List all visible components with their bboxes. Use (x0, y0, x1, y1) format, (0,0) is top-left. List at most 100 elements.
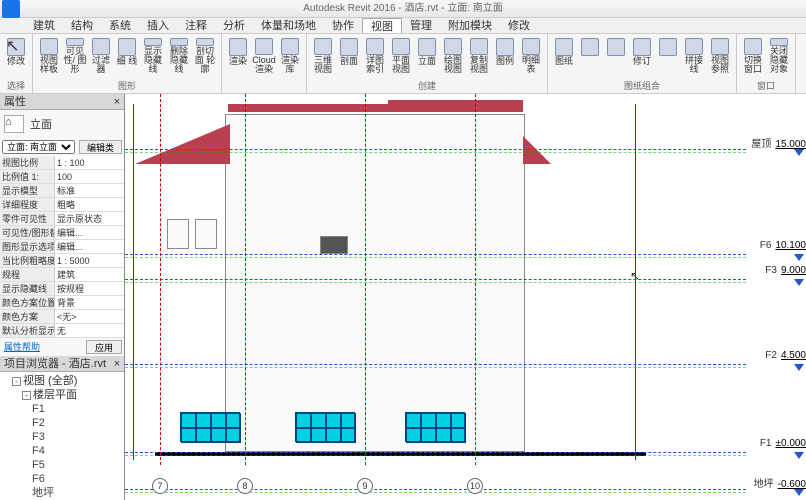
property-row[interactable]: 详细程度粗略 (0, 198, 124, 212)
property-value[interactable]: 显示原状态 (55, 212, 124, 225)
ribbon-tab[interactable]: 修改 (500, 18, 538, 33)
type-selector[interactable]: 立面: 南立面 (2, 140, 75, 154)
ribbon-button[interactable]: 关闭 隐藏对象 (767, 36, 791, 74)
grid-bubble[interactable]: 7 (152, 478, 168, 494)
grid-bubble[interactable]: 10 (467, 478, 483, 494)
tree-node[interactable]: F2 (4, 416, 124, 430)
ribbon-button[interactable]: 三维 视图 (311, 36, 335, 74)
tree-expander[interactable]: - (22, 391, 31, 400)
tree-node[interactable]: 地坪 (4, 486, 124, 500)
property-value[interactable]: 建筑 (55, 268, 124, 281)
ribbon-tab[interactable]: 管理 (402, 18, 440, 33)
property-value[interactable]: 1 : 100 (55, 156, 124, 169)
property-row[interactable]: 默认分析显示...无 (0, 324, 124, 338)
ribbon-button[interactable]: 剖切面 轮廓 (193, 36, 217, 74)
ribbon-tab[interactable]: 体量和场地 (253, 18, 324, 33)
level-elevation[interactable]: 9.000 (781, 265, 806, 276)
ribbon-button[interactable]: Cloud 渲染 (252, 36, 276, 74)
drawing-canvas[interactable]: 屋顶15.000F610.100F39.000F24.500F1±0.000地坪… (125, 94, 806, 500)
ribbon-button[interactable]: 过滤器 (89, 36, 113, 74)
tree-node[interactable]: F5 (4, 458, 124, 472)
property-row[interactable]: 图形显示选项编辑... (0, 240, 124, 254)
property-value[interactable]: 编辑... (55, 226, 124, 239)
ribbon-button[interactable]: 详图索引 (363, 36, 387, 74)
ribbon-button[interactable] (656, 36, 680, 74)
property-row[interactable]: 当比例粗略度...1 : 5000 (0, 254, 124, 268)
tree-node[interactable]: F4 (4, 444, 124, 458)
ribbon-button[interactable]: 图纸 (552, 36, 576, 74)
tree-node[interactable]: F6 (4, 472, 124, 486)
ribbon-icon (555, 38, 573, 56)
close-icon[interactable]: × (110, 356, 124, 372)
ribbon-button[interactable] (578, 36, 602, 74)
ribbon-button[interactable]: 可见性/ 图形 (63, 36, 87, 74)
grid-line[interactable] (160, 94, 161, 465)
ribbon-tab[interactable]: 注释 (177, 18, 215, 33)
ribbon-tab[interactable]: 附加模块 (440, 18, 500, 33)
grid-bubble[interactable]: 9 (357, 478, 373, 494)
ribbon-tab[interactable]: 结构 (63, 18, 101, 33)
ribbon-button[interactable] (604, 36, 628, 74)
property-value[interactable]: 编辑... (55, 240, 124, 253)
property-row[interactable]: 颜色方案<无> (0, 310, 124, 324)
ribbon-button[interactable]: 剖面 (337, 36, 361, 74)
ribbon-button[interactable]: 视图 样板 (37, 36, 61, 74)
ribbon-tab[interactable]: 插入 (139, 18, 177, 33)
cursor-tool-icon[interactable]: ↖ (6, 36, 19, 56)
ribbon-button[interactable]: 修订 (630, 36, 654, 74)
tree-node[interactable]: F3 (4, 430, 124, 444)
ribbon-button[interactable]: 立面 (415, 36, 439, 74)
grid-line[interactable] (245, 94, 246, 465)
ribbon-button[interactable]: 删除 隐藏线 (167, 36, 191, 74)
property-value[interactable]: 100 (55, 170, 124, 183)
property-row[interactable]: 视图比例1 : 100 (0, 156, 124, 170)
ribbon-button[interactable]: 细 线 (115, 36, 139, 74)
property-value[interactable]: <无> (55, 310, 124, 323)
property-value[interactable]: 背景 (55, 296, 124, 309)
ribbon-button[interactable]: 拼接线 (682, 36, 706, 74)
tree-node[interactable]: -楼层平面 (4, 388, 124, 402)
property-row[interactable]: 比例值 1:100 (0, 170, 124, 184)
ribbon-button[interactable]: 渲染 (226, 36, 250, 74)
ribbon-button[interactable]: 明细表 (519, 36, 543, 74)
property-value[interactable]: 按规程 (55, 282, 124, 295)
apply-button[interactable]: 应用 (86, 340, 122, 354)
wall-segment (167, 219, 189, 249)
app-icon[interactable] (2, 0, 20, 18)
ribbon-tab[interactable]: 系统 (101, 18, 139, 33)
property-row[interactable]: 显示隐藏线按规程 (0, 282, 124, 296)
ribbon-button[interactable]: 显示 隐藏线 (141, 36, 165, 74)
ribbon-button[interactable]: 平面 视图 (389, 36, 413, 74)
ribbon-tab[interactable]: 视图 (362, 18, 402, 33)
property-value[interactable]: 粗略 (55, 198, 124, 211)
grid-bubble[interactable]: 8 (237, 478, 253, 494)
level-elevation[interactable]: ±0.000 (775, 438, 806, 449)
ribbon-tab[interactable]: 建筑 (25, 18, 63, 33)
grid-line[interactable] (475, 94, 476, 465)
property-row[interactable]: 可见性/图形替换编辑... (0, 226, 124, 240)
tree-node[interactable]: F1 (4, 402, 124, 416)
grid-line[interactable] (365, 94, 366, 465)
properties-help-link[interactable]: 属性帮助 (2, 340, 86, 354)
ribbon-button[interactable]: 渲染 库 (278, 36, 302, 74)
ribbon-button[interactable]: 复制 视图 (467, 36, 491, 74)
property-value[interactable]: 1 : 5000 (55, 254, 124, 267)
level-elevation[interactable]: 4.500 (781, 350, 806, 361)
close-icon[interactable]: × (110, 94, 124, 110)
property-row[interactable]: 显示模型标准 (0, 184, 124, 198)
ribbon-tab[interactable]: 协作 (324, 18, 362, 33)
edit-type-button[interactable]: 编辑类型 (79, 140, 122, 154)
level-elevation[interactable]: 10.100 (775, 240, 806, 251)
ribbon-button[interactable]: 图例 (493, 36, 517, 74)
property-value[interactable]: 无 (55, 324, 124, 337)
property-row[interactable]: 规程建筑 (0, 268, 124, 282)
property-value[interactable]: 标准 (55, 184, 124, 197)
ribbon-button[interactable]: 切换 窗口 (741, 36, 765, 74)
property-row[interactable]: 零件可见性显示原状态 (0, 212, 124, 226)
property-row[interactable]: 颜色方案位置背景 (0, 296, 124, 310)
ribbon-button[interactable]: 视图 参照 (708, 36, 732, 74)
ribbon-tab[interactable]: 分析 (215, 18, 253, 33)
tree-node[interactable]: -视图 (全部) (4, 374, 124, 388)
ribbon-button[interactable]: 绘图 视图 (441, 36, 465, 74)
tree-expander[interactable]: - (12, 377, 21, 386)
